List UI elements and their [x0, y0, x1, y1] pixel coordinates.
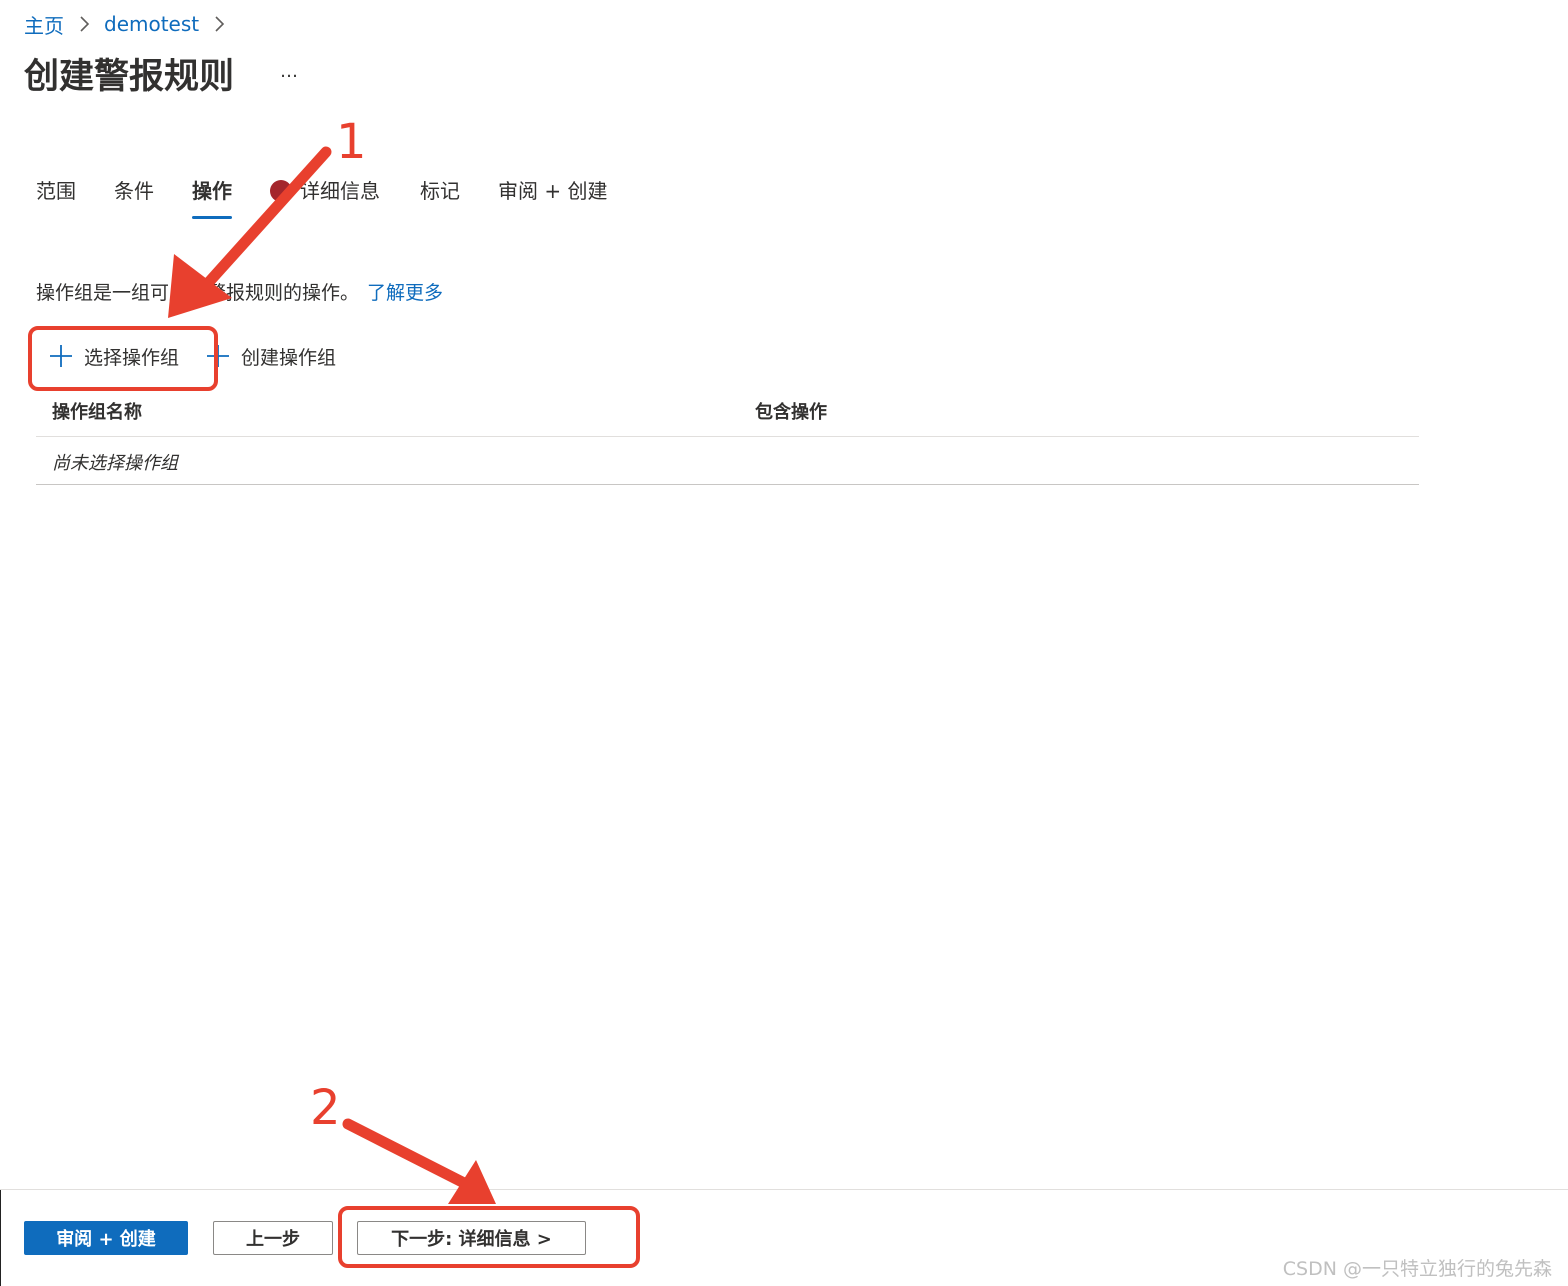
annotation-arrow-1: [168, 146, 332, 318]
watermark: CSDN @一只特立独行的兔先森: [1282, 1258, 1552, 1280]
annotation-arrow-2: [342, 1118, 496, 1204]
annotation-number-2: 2: [310, 1080, 341, 1136]
annotation-number-1: 1: [336, 114, 367, 170]
annotation-arrows: [168, 146, 496, 1204]
